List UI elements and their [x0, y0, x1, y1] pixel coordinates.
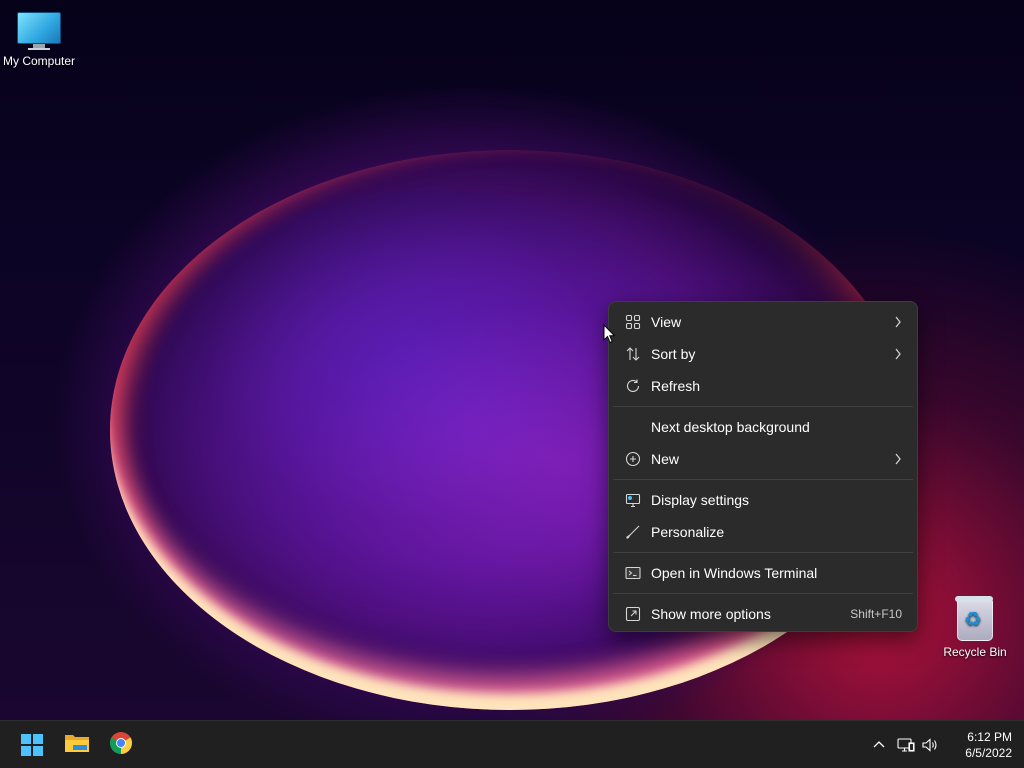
menu-item-new[interactable]: New: [613, 443, 913, 475]
recycle-bin-icon: ♻: [935, 596, 1015, 641]
menu-item-label: New: [651, 451, 680, 467]
menu-item-personalize[interactable]: Personalize: [613, 516, 913, 548]
folder-icon: [64, 732, 90, 759]
terminal-icon: [625, 565, 641, 581]
grid-icon: [625, 314, 641, 330]
display-settings-icon: [625, 492, 641, 508]
mouse-pointer-icon: [603, 323, 616, 349]
menu-separator: [613, 406, 913, 407]
menu-item-label: Show more options: [651, 606, 771, 622]
volume-icon[interactable]: [920, 735, 940, 755]
external-options-icon: [625, 606, 641, 622]
plus-circle-icon: [625, 451, 641, 467]
chrome-icon: [109, 731, 133, 760]
menu-separator: [613, 593, 913, 594]
desktop-icon-recycle-bin[interactable]: ♻ Recycle Bin: [935, 596, 1015, 659]
desktop-icon-label: My Computer: [2, 54, 76, 68]
menu-item-label: Display settings: [651, 492, 750, 508]
menu-item-label: Personalize: [651, 524, 725, 540]
menu-item-open-in-windows-terminal[interactable]: Open in Windows Terminal: [613, 557, 913, 589]
menu-separator: [613, 552, 913, 553]
taskbar: 6:12 PM 6/5/2022: [0, 720, 1024, 768]
network-icon[interactable]: [896, 735, 916, 755]
menu-item-refresh[interactable]: Refresh: [613, 370, 913, 402]
desktop-icon-label: Recycle Bin: [943, 645, 1007, 659]
windows-logo-icon: [21, 734, 43, 756]
file-explorer-button[interactable]: [57, 725, 97, 765]
menu-item-label: Refresh: [651, 378, 701, 394]
menu-item-label: Sort by: [651, 346, 696, 362]
chevron-up-icon[interactable]: [869, 735, 889, 755]
clock-time: 6:12 PM: [967, 730, 1012, 744]
menu-separator: [613, 479, 913, 480]
chrome-button[interactable]: [101, 725, 141, 765]
refresh-icon: [625, 378, 641, 394]
menu-item-display-settings[interactable]: Display settings: [613, 484, 913, 516]
menu-item-label: Open in Windows Terminal: [651, 565, 818, 581]
menu-item-show-more-options[interactable]: Show more options Shift+F10: [613, 598, 913, 630]
monitor-icon: [0, 12, 79, 50]
sort-arrows-icon: [625, 346, 641, 362]
start-button[interactable]: [12, 725, 52, 765]
brush-icon: [625, 524, 641, 540]
menu-item-sort-by[interactable]: Sort by: [613, 338, 913, 370]
clock-date: 6/5/2022: [965, 746, 1012, 760]
chevron-right-icon: [893, 443, 903, 487]
desktop-icon-my-computer[interactable]: My Computer: [0, 10, 79, 68]
desktop-context-menu: View Sort by Refresh Next desktop backgr…: [608, 301, 918, 632]
taskbar-clock[interactable]: 6:12 PM 6/5/2022: [948, 729, 1012, 761]
menu-item-next-desktop-background[interactable]: Next desktop background: [613, 411, 913, 443]
keyboard-shortcut: Shift+F10: [850, 607, 902, 621]
menu-item-label: Next desktop background: [651, 419, 810, 435]
menu-item-label: View: [651, 314, 682, 330]
menu-item-view[interactable]: View: [613, 306, 913, 338]
